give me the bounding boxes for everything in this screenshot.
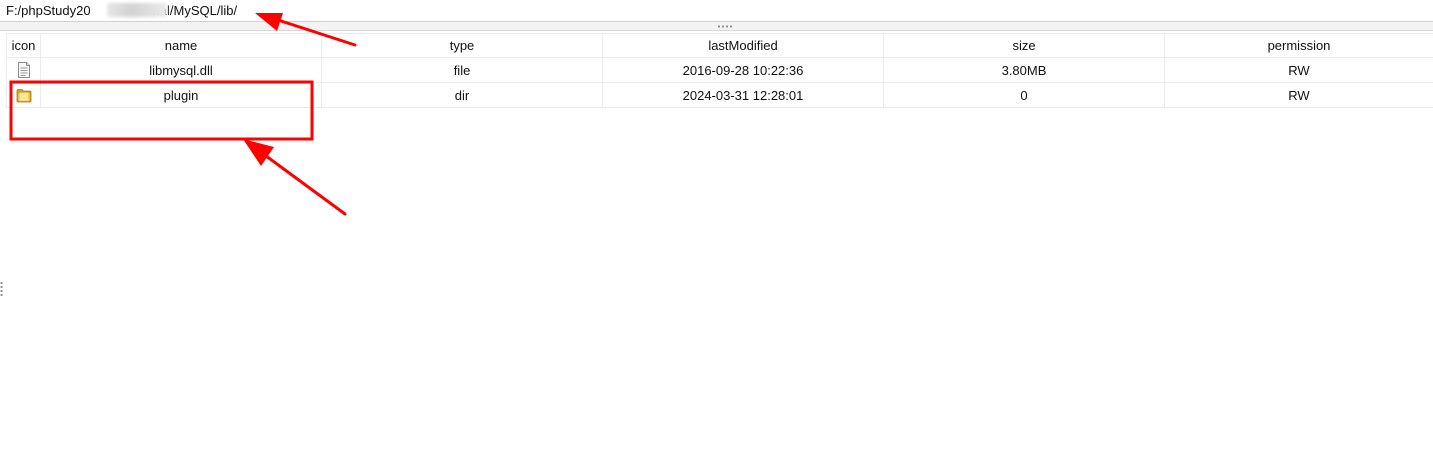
row-icon-cell (6, 57, 41, 83)
splitter-grip-icon (0, 281, 3, 297)
column-header-name[interactable]: name (40, 33, 322, 58)
table-row[interactable]: libmysql.dll file 2016-09-28 10:22:36 3.… (6, 57, 1433, 83)
file-list: icon name type lastModified size permiss… (6, 33, 1433, 452)
row-size: 3.80MB (883, 57, 1165, 83)
row-name[interactable]: libmysql.dll (40, 57, 322, 83)
splitter-grip-icon (717, 25, 733, 28)
column-header-size[interactable]: size (883, 33, 1165, 58)
horizontal-splitter[interactable] (0, 22, 1433, 31)
path-bar: F:/phpStudy20 rial/MySQL/lib/ (0, 0, 1433, 22)
row-icon-cell (6, 82, 41, 108)
redacted-path-segment (107, 3, 167, 17)
folder-icon (16, 89, 31, 103)
path-text-start: F:/phpStudy20 (6, 3, 91, 18)
row-last-modified: 2024-03-31 12:28:01 (602, 82, 884, 108)
file-table: icon name type lastModified size permiss… (6, 33, 1433, 108)
file-manager-panel: F:/phpStudy20 rial/MySQL/lib/ icon name t (0, 0, 1433, 452)
row-permission: RW (1164, 82, 1433, 108)
column-header-type[interactable]: type (321, 33, 603, 58)
row-type: file (321, 57, 603, 83)
row-permission: RW (1164, 57, 1433, 83)
column-header-permission[interactable]: permission (1164, 33, 1433, 58)
row-name[interactable]: plugin (40, 82, 322, 108)
row-size: 0 (883, 82, 1165, 108)
table-header-row: icon name type lastModified size permiss… (6, 33, 1433, 58)
row-last-modified: 2016-09-28 10:22:36 (602, 57, 884, 83)
column-header-icon[interactable]: icon (6, 33, 41, 58)
table-row[interactable]: plugin dir 2024-03-31 12:28:01 0 RW (6, 82, 1433, 108)
file-icon (17, 62, 30, 79)
column-header-lastmodified[interactable]: lastModified (602, 33, 884, 58)
row-type: dir (321, 82, 603, 108)
